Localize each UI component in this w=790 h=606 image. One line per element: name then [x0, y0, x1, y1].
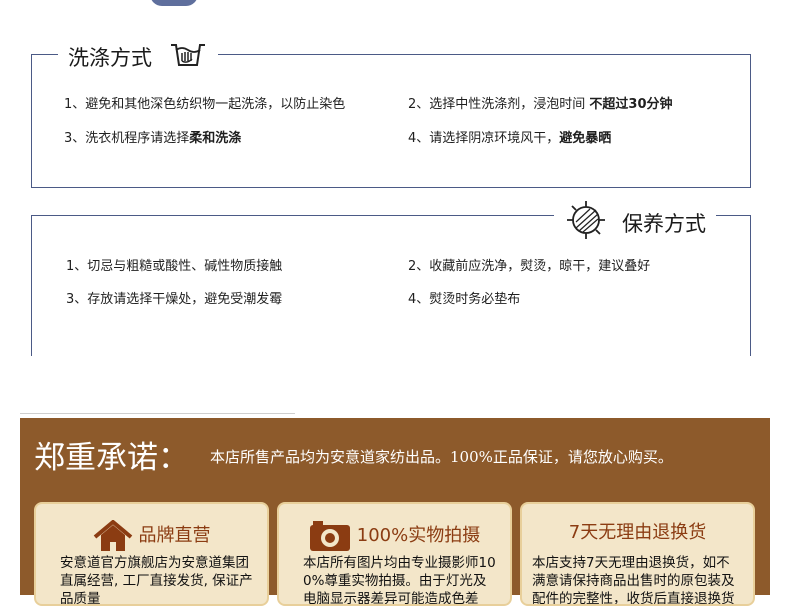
card-photo-body: 本店所有图片均由专业摄影师100%尊重实物拍摄。由于灯光及电脑显示器差异可能造成… [303, 555, 496, 606]
wash-title: 洗涤方式 [58, 39, 218, 76]
wash-item-3-text: 3、洗衣机程序请选择 [64, 131, 190, 146]
wash-basin-icon [168, 39, 208, 76]
wash-item-2-emphasis: 不超过30分钟 [589, 97, 673, 112]
home-icon [93, 520, 133, 552]
keep-item-4: 4、熨烫时务必垫布 [408, 292, 521, 307]
wash-item-3-emphasis: 柔和洗涤 [189, 131, 242, 146]
wash-title-label: 洗涤方式 [68, 45, 152, 70]
card-brand-body: 安意道官方旗舰店为安意道集团直属经营, 工厂直接发货, 保证产品质量 [60, 555, 253, 606]
card-brand: 品牌直营 安意道官方旗舰店为安意道集团直属经营, 工厂直接发货, 保证产品质量 [34, 502, 269, 606]
promise-text: 本店所售产品均为安意道家纺出品。100%正品保证，请您放心购买。 [210, 448, 673, 466]
wash-item-4: 4、请选择阴凉环境风干，避免暴晒 [408, 130, 611, 148]
card-return-title-row: 7天无理由退换货 [522, 520, 753, 546]
promise-banner: 郑重承诺： 本店所售产品均为安意道家纺出品。100%正品保证，请您放心购买。 品… [20, 418, 770, 606]
camera-icon [309, 520, 351, 552]
card-return-body: 本店支持7天无理由退换货，如不满意请保持商品出售时的原包装及配件的完整性，收货后… [532, 555, 735, 606]
keep-item-3: 3、存放请选择干燥处，避免受潮发霉 [66, 292, 283, 307]
card-return-title: 7天无理由退换货 [568, 522, 707, 543]
divider [20, 413, 295, 414]
iron-icon [564, 200, 608, 247]
top-decoration [150, 0, 198, 6]
card-brand-title-row: 品牌直营 [36, 520, 267, 552]
keep-item-2: 2、收藏前应洗净，熨烫，晾干，建议叠好 [408, 259, 651, 274]
card-photo-title: 100%实物拍摄 [356, 525, 481, 546]
wash-item-1: 1、避免和其他深色纺织物一起洗涤，以防止染色 [64, 97, 346, 112]
card-photo: 100%实物拍摄 本店所有图片均由专业摄影师100%尊重实物拍摄。由于灯光及电脑… [277, 502, 512, 606]
wash-item-3: 3、洗衣机程序请选择柔和洗涤 [64, 130, 241, 148]
card-photo-title-row: 100%实物拍摄 [279, 520, 510, 552]
promise-heading: 郑重承诺： [34, 440, 189, 476]
keep-title-label: 保养方式 [622, 211, 706, 236]
keep-item-1: 1、切忌与粗糙或酸性、碱性物质接触 [66, 259, 283, 274]
wash-item-2: 2、选择中性洗涤剂，浸泡时间 不超过30分钟 [408, 96, 673, 114]
wash-item-4-emphasis: 避免暴晒 [559, 131, 612, 146]
card-return: 7天无理由退换货 本店支持7天无理由退换货，如不满意请保持商品出售时的原包装及配… [520, 502, 755, 606]
card-brand-title: 品牌直营 [138, 525, 211, 546]
keep-title: 保养方式 [554, 200, 716, 247]
wash-item-4-text: 4、请选择阴凉环境风干， [408, 131, 560, 146]
wash-item-2-text: 2、选择中性洗涤剂，浸泡时间 [408, 97, 590, 112]
